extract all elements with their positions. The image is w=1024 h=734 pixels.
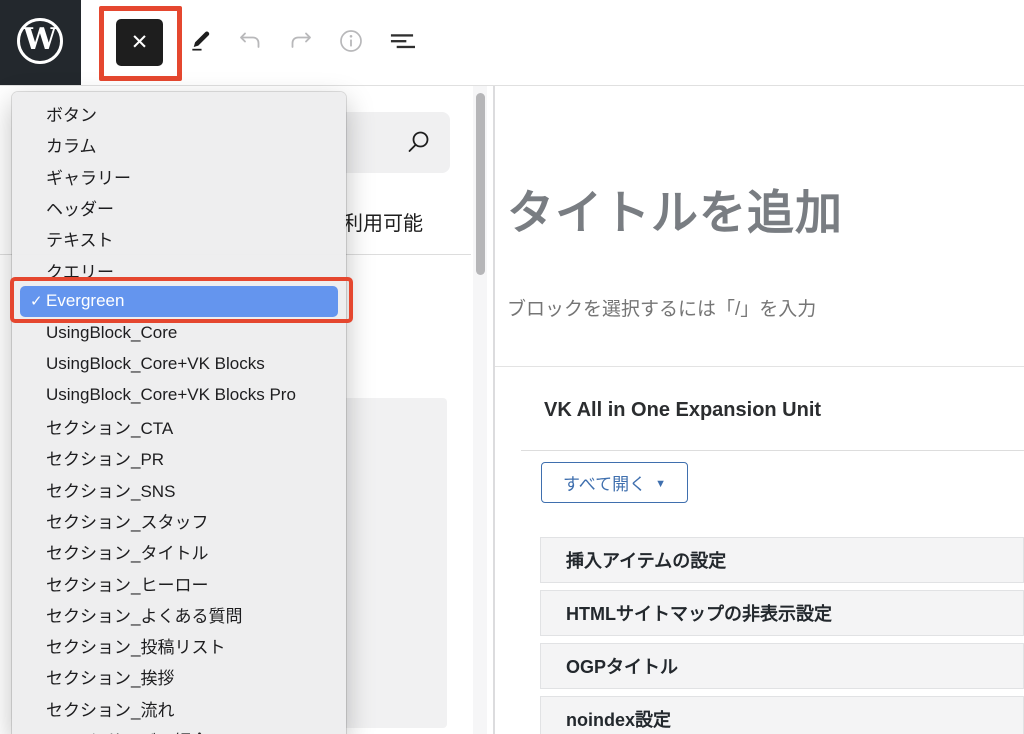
dropdown-menu-item-label: ページ_サービス紹介 [46, 727, 208, 734]
dropdown-menu-item-label: セクション_挨拶 [46, 664, 174, 689]
scrollbar-thumb[interactable] [476, 93, 485, 275]
edit-mode-button[interactable] [188, 28, 214, 54]
list-view-button[interactable] [389, 28, 415, 54]
accordion-row-label: HTMLサイトマップの非表示設定 [566, 600, 832, 626]
editor-toolbar: W ✕ [0, 0, 1024, 86]
dropdown-menu-item-label: セクション_流れ [46, 696, 174, 721]
dropdown-menu-item-label: セクション_スタッフ [46, 508, 208, 533]
patterns-available-label: 利用可能 [343, 207, 423, 236]
wordpress-logo[interactable]: W [0, 0, 81, 85]
block-inserter-toggle-button[interactable]: ✕ [116, 19, 163, 66]
pattern-category-dropdown: ボタン カラム ギャラリー ヘッダー テキスト [12, 92, 346, 734]
accordion-row[interactable]: 挿入アイテムの設定 [540, 537, 1024, 583]
dropdown-menu-item-label: UsingBlock_Core [46, 323, 177, 343]
dropdown-menu-item[interactable]: セクション_挨拶 [20, 661, 338, 692]
dropdown-menu-item[interactable]: UsingBlock_Core+VK Blocks [20, 348, 338, 379]
dropdown-menu-item[interactable]: UsingBlock_Core+VK Blocks Pro [20, 380, 338, 411]
open-all-button[interactable]: すべて開く ▼ [541, 462, 688, 503]
dropdown-menu-item[interactable]: ページ_サービス紹介 [20, 724, 338, 734]
dropdown-menu-item[interactable]: セクション_ヒーロー [20, 567, 338, 598]
accordion-row-label: OGPタイトル [566, 653, 678, 679]
dropdown-menu-item-label: クエリー [46, 258, 114, 283]
dropdown-menu-item-label: UsingBlock_Core+VK Blocks Pro [46, 385, 296, 405]
dropdown-menu-item[interactable]: クエリー [20, 254, 338, 285]
dropdown-menu-item-label: Evergreen [46, 291, 124, 311]
logo-letter: W [23, 25, 57, 55]
dropdown-menu-item-label: セクション_CTA [46, 414, 173, 439]
panel-border [493, 86, 495, 734]
post-title-field[interactable]: タイトルを追加 [507, 174, 843, 243]
dropdown-menu-item[interactable]: ボタン [20, 98, 338, 129]
details-button[interactable] [338, 28, 364, 54]
metabox-accordion-list: 挿入アイテムの設定 HTMLサイトマップの非表示設定 OGPタイトル noind… [540, 537, 1024, 734]
dropdown-menu-item-label: セクション_タイトル [46, 539, 208, 564]
editor-canvas: タイトルを追加 ブロックを選択するには「/」を入力 VK All in One … [495, 86, 1024, 734]
undo-icon [237, 28, 263, 54]
dropdown-menu-item[interactable]: セクション_流れ [20, 693, 338, 724]
open-all-label: すべて開く [563, 470, 646, 495]
dropdown-menu-item[interactable]: セクション_スタッフ [20, 505, 338, 536]
redo-icon [288, 28, 314, 54]
dropdown-menu-item-label: ヘッダー [46, 195, 114, 220]
metabox-divider [521, 450, 1024, 451]
dropdown-menu-item[interactable]: セクション_投稿リスト [20, 630, 338, 661]
accordion-row-label: 挿入アイテムの設定 [566, 547, 726, 573]
accordion-row-label: noindex設定 [566, 706, 671, 732]
search-icon [405, 128, 433, 156]
wordpress-logo-icon: W [17, 18, 63, 64]
accordion-row[interactable]: HTMLサイトマップの非表示設定 [540, 590, 1024, 636]
accordion-row[interactable]: noindex設定 [540, 696, 1024, 734]
dropdown-menu-item-label: テキスト [46, 226, 114, 251]
undo-button[interactable] [237, 28, 263, 54]
dropdown-menu-item-label: セクション_ヒーロー [46, 571, 208, 596]
dropdown-menu-item[interactable]: ✓ Evergreen [20, 286, 338, 317]
accordion-row[interactable]: OGPタイトル [540, 643, 1024, 689]
metabox-separator [495, 366, 1024, 367]
dropdown-menu-item-label: セクション_よくある質問 [46, 602, 242, 627]
dropdown-menu-item-label: カラム [46, 132, 97, 157]
metabox-title: VK All in One Expansion Unit [544, 399, 821, 422]
dropdown-menu-item-label: ギャラリー [46, 164, 131, 189]
dropdown-menu-item-label: UsingBlock_Core+VK Blocks [46, 354, 265, 374]
dropdown-menu-item[interactable]: テキスト [20, 223, 338, 254]
dropdown-menu-item-label: セクション_PR [46, 445, 164, 470]
wordpress-editor-screen: 利用可能 タイトルを追加 ブロックを選択するには「/」を入力 VK All in… [0, 0, 1024, 734]
close-icon: ✕ [131, 30, 149, 55]
list-view-icon [389, 29, 415, 53]
dropdown-menu-item[interactable]: セクション_PR [20, 442, 338, 473]
dropdown-menu-item[interactable]: セクション_タイトル [20, 536, 338, 567]
dropdown-menu-item[interactable]: UsingBlock_Core [20, 317, 338, 348]
dropdown-menu-item-label: ボタン [46, 101, 97, 126]
dropdown-menu-item[interactable]: ヘッダー [20, 192, 338, 223]
dropdown-menu-item[interactable]: ギャラリー [20, 161, 338, 192]
dropdown-menu-item[interactable]: セクション_よくある質問 [20, 599, 338, 630]
dropdown-menu-item-label: セクション_投稿リスト [46, 633, 225, 658]
check-icon: ✓ [30, 292, 46, 310]
post-body-field[interactable]: ブロックを選択するには「/」を入力 [507, 294, 816, 321]
caret-down-icon: ▼ [655, 478, 666, 490]
redo-button[interactable] [288, 28, 314, 54]
info-icon [338, 28, 364, 54]
dropdown-menu-item[interactable]: セクション_CTA [20, 411, 338, 442]
dropdown-menu-item[interactable]: セクション_SNS [20, 474, 338, 505]
pencil-icon [188, 28, 214, 54]
dropdown-menu-item[interactable]: カラム [20, 129, 338, 160]
dropdown-menu-item-label: セクション_SNS [46, 477, 175, 502]
